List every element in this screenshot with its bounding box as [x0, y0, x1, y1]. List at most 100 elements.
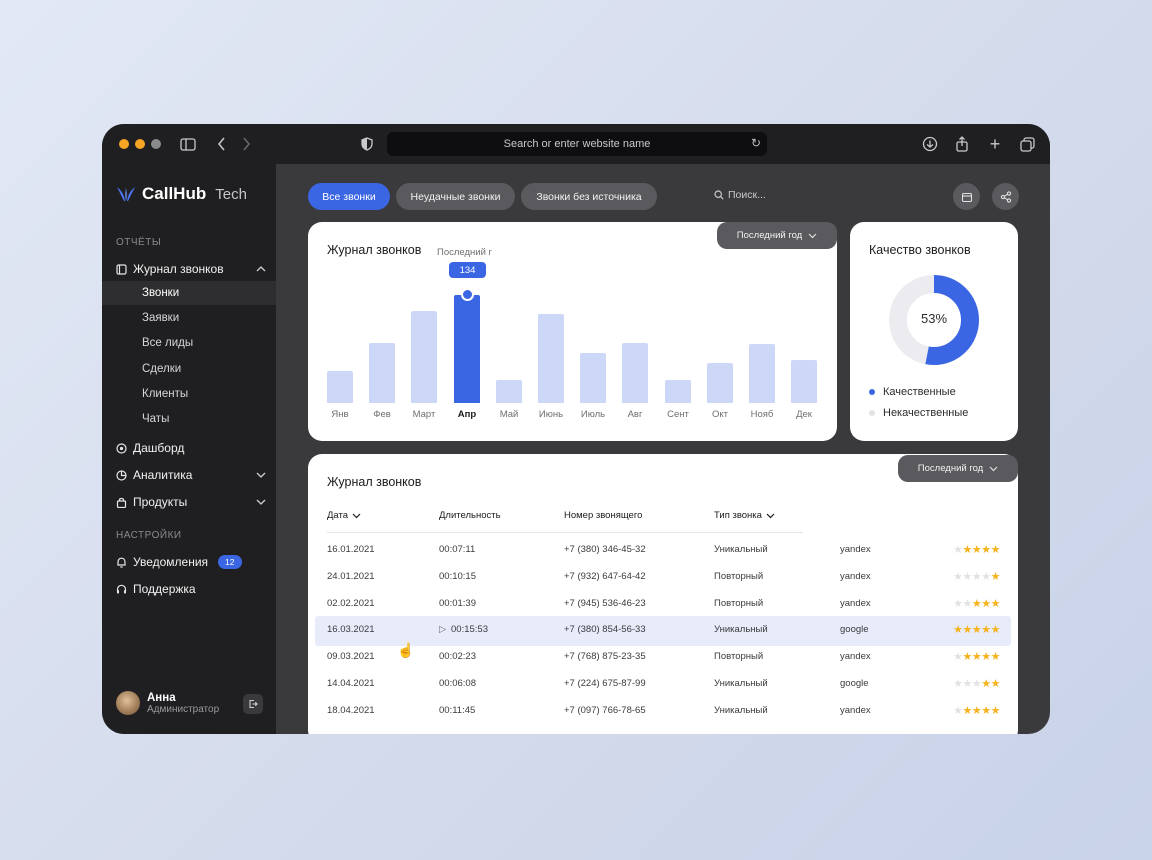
- bar-label-10: Нояб: [750, 409, 774, 420]
- section-label-settings: НАСТРОЙКИ: [116, 530, 182, 541]
- chip-no-source-calls[interactable]: Звонки без источника: [521, 183, 657, 210]
- download-icon[interactable]: [921, 135, 939, 153]
- cell-date: 16.03.2021: [327, 624, 375, 636]
- logo-subtext: Tech: [215, 185, 247, 203]
- window-dot-zoom[interactable]: [151, 139, 161, 149]
- chevron-down-icon: [766, 513, 775, 518]
- table-row[interactable]: 24.01.2021 00:10:15 +7 (932) 647-64-42 Повт…: [315, 563, 1011, 593]
- share-icon[interactable]: [953, 135, 971, 153]
- cell-call-type: Уникальный: [714, 624, 768, 636]
- table-row[interactable]: 09.03.2021 00:02:23 +7 (768) 875-23-35 Повт…: [315, 643, 1011, 673]
- bar-11[interactable]: [791, 360, 817, 403]
- sidebar-item-support[interactable]: Поддержка: [116, 582, 266, 596]
- cell-call-type: Повторный: [714, 651, 764, 663]
- app-logo[interactable]: CallHub Tech: [116, 184, 247, 204]
- table-row[interactable]: 16.01.2021 00:07:11 +7 (380) 346-45-32 Уник…: [315, 536, 1011, 566]
- sidebar-item-notifications[interactable]: Уведомления 12: [116, 555, 266, 569]
- window-dot-close[interactable]: [119, 139, 129, 149]
- sidebar-item-analytics[interactable]: Аналитика: [116, 468, 266, 482]
- bar-1[interactable]: [369, 343, 395, 403]
- sidebar-subitem-deals[interactable]: Сделки: [102, 357, 276, 381]
- table-row[interactable]: 02.02.2021 00:01:39 +7 (945) 536-46-23 Повт…: [315, 590, 1011, 620]
- forward-icon[interactable]: [237, 135, 255, 153]
- logout-button[interactable]: [243, 694, 263, 714]
- sidebar-subitem-chats[interactable]: Чаты: [102, 407, 276, 431]
- star-icon: ★: [953, 570, 963, 583]
- star-icon: ★: [971, 678, 982, 690]
- sidebar-subitem-all-leads[interactable]: Все лиды: [102, 331, 276, 355]
- back-icon[interactable]: [212, 135, 230, 153]
- cell-date: 09.03.2021: [327, 651, 375, 663]
- cell-call-type: Уникальный: [714, 704, 768, 716]
- sidebar-subitem-requests[interactable]: Заявки: [102, 306, 276, 330]
- sidebar-toggle-icon[interactable]: [179, 135, 197, 153]
- tabs-overview-icon[interactable]: [1018, 135, 1036, 153]
- call-quality-card: Качество звонков 53% Качественные Некаче…: [850, 222, 1018, 441]
- user-info: Анна Администратор: [147, 692, 219, 715]
- search-input[interactable]: Поиск...: [714, 189, 766, 201]
- share-button[interactable]: [992, 183, 1019, 210]
- star-icon: ★: [962, 597, 973, 610]
- reload-icon[interactable]: ↻: [751, 136, 761, 150]
- bar-tooltip: 134: [449, 262, 486, 278]
- bar-9[interactable]: [707, 363, 733, 403]
- bar-7[interactable]: [622, 343, 648, 403]
- star-icon: ★: [962, 651, 973, 664]
- column-header-duration[interactable]: Длительность: [439, 510, 501, 521]
- sidebar-item-call-log[interactable]: Журнал звонков: [116, 262, 266, 276]
- table-row[interactable]: 16.03.2021 ▷ 00:15:53 +7 (380) 854-56-33 Уни…: [315, 616, 1011, 647]
- address-bar[interactable]: Search or enter website name ↻: [387, 132, 767, 156]
- cell-call-type: Уникальный: [714, 678, 768, 689]
- new-tab-icon[interactable]: +: [986, 134, 1004, 154]
- cell-call-type: Повторный: [714, 597, 764, 609]
- bar-5[interactable]: [538, 314, 564, 403]
- bar-label-6: Июль: [580, 409, 606, 420]
- bar-3[interactable]: [454, 295, 480, 403]
- bag-icon: [116, 497, 127, 508]
- calendar-button[interactable]: [953, 183, 980, 210]
- legend-item-quality: Качественные: [869, 386, 956, 398]
- cell-source: yandex: [840, 597, 871, 609]
- column-header-call-type[interactable]: Тип звонка: [714, 510, 775, 521]
- bar-6[interactable]: [580, 353, 606, 403]
- headset-icon: [116, 584, 127, 593]
- browser-titlebar: Search or enter website name ↻ +: [102, 124, 1050, 164]
- bar-label-11: Дек: [796, 409, 812, 420]
- play-icon[interactable]: ▷: [439, 624, 446, 635]
- user-profile[interactable]: Анна Администратор: [116, 691, 219, 715]
- sidebar-item-dashboard[interactable]: Дашборд: [116, 441, 266, 455]
- sidebar-item-products[interactable]: Продукты: [116, 495, 266, 509]
- table-period-dropdown[interactable]: Последний год: [898, 455, 1018, 482]
- shield-icon[interactable]: [358, 135, 376, 153]
- column-header-phone[interactable]: Номер звонящего: [564, 510, 642, 521]
- bar-10[interactable]: [749, 344, 775, 403]
- bar-2[interactable]: [411, 311, 437, 403]
- cell-duration: 00:02:23: [439, 651, 476, 663]
- window-dot-minimize[interactable]: [135, 139, 145, 149]
- chevron-down-icon: [256, 497, 266, 508]
- bar-0[interactable]: [327, 371, 353, 403]
- legend-label: Качественные: [883, 386, 956, 398]
- table-row[interactable]: 18.04.2021 00:11:45 +7 (097) 766-78-65 Уник…: [315, 697, 1011, 727]
- column-header-date[interactable]: Дата: [327, 510, 361, 521]
- cell-duration: 00:01:39: [439, 597, 476, 609]
- chip-failed-calls[interactable]: Неудачные звонки: [396, 183, 515, 210]
- bar-label-3: Апр: [457, 409, 477, 420]
- star-icon: ★: [981, 570, 991, 583]
- table-period-label: Последний год: [917, 463, 984, 474]
- bar-4[interactable]: [496, 380, 522, 403]
- journal-icon: [116, 263, 127, 275]
- call-log-chart-card: Журнал звонков Последний г Янв Фев Март Апр…: [308, 222, 837, 441]
- chip-all-calls[interactable]: Все звонки: [308, 183, 390, 210]
- star-icon: ★: [990, 544, 1001, 556]
- sidebar-item-dashboard-label: Дашборд: [133, 441, 185, 455]
- cell-phone: +7 (097) 766-78-65: [564, 704, 646, 716]
- bar-8[interactable]: [665, 380, 691, 403]
- cell-date: 18.04.2021: [327, 704, 375, 716]
- sidebar-subitem-clients[interactable]: Клиенты: [102, 382, 276, 406]
- cell-duration: 00:15:53: [451, 624, 488, 636]
- table-row[interactable]: 14.04.2021 00:06:08 +7 (224) 675-87-99 Уник…: [315, 670, 1011, 700]
- chart-period-dropdown[interactable]: Последний год: [717, 222, 837, 249]
- sidebar-subitem-calls[interactable]: Звонки: [102, 281, 276, 305]
- legend-dot: [869, 389, 875, 395]
